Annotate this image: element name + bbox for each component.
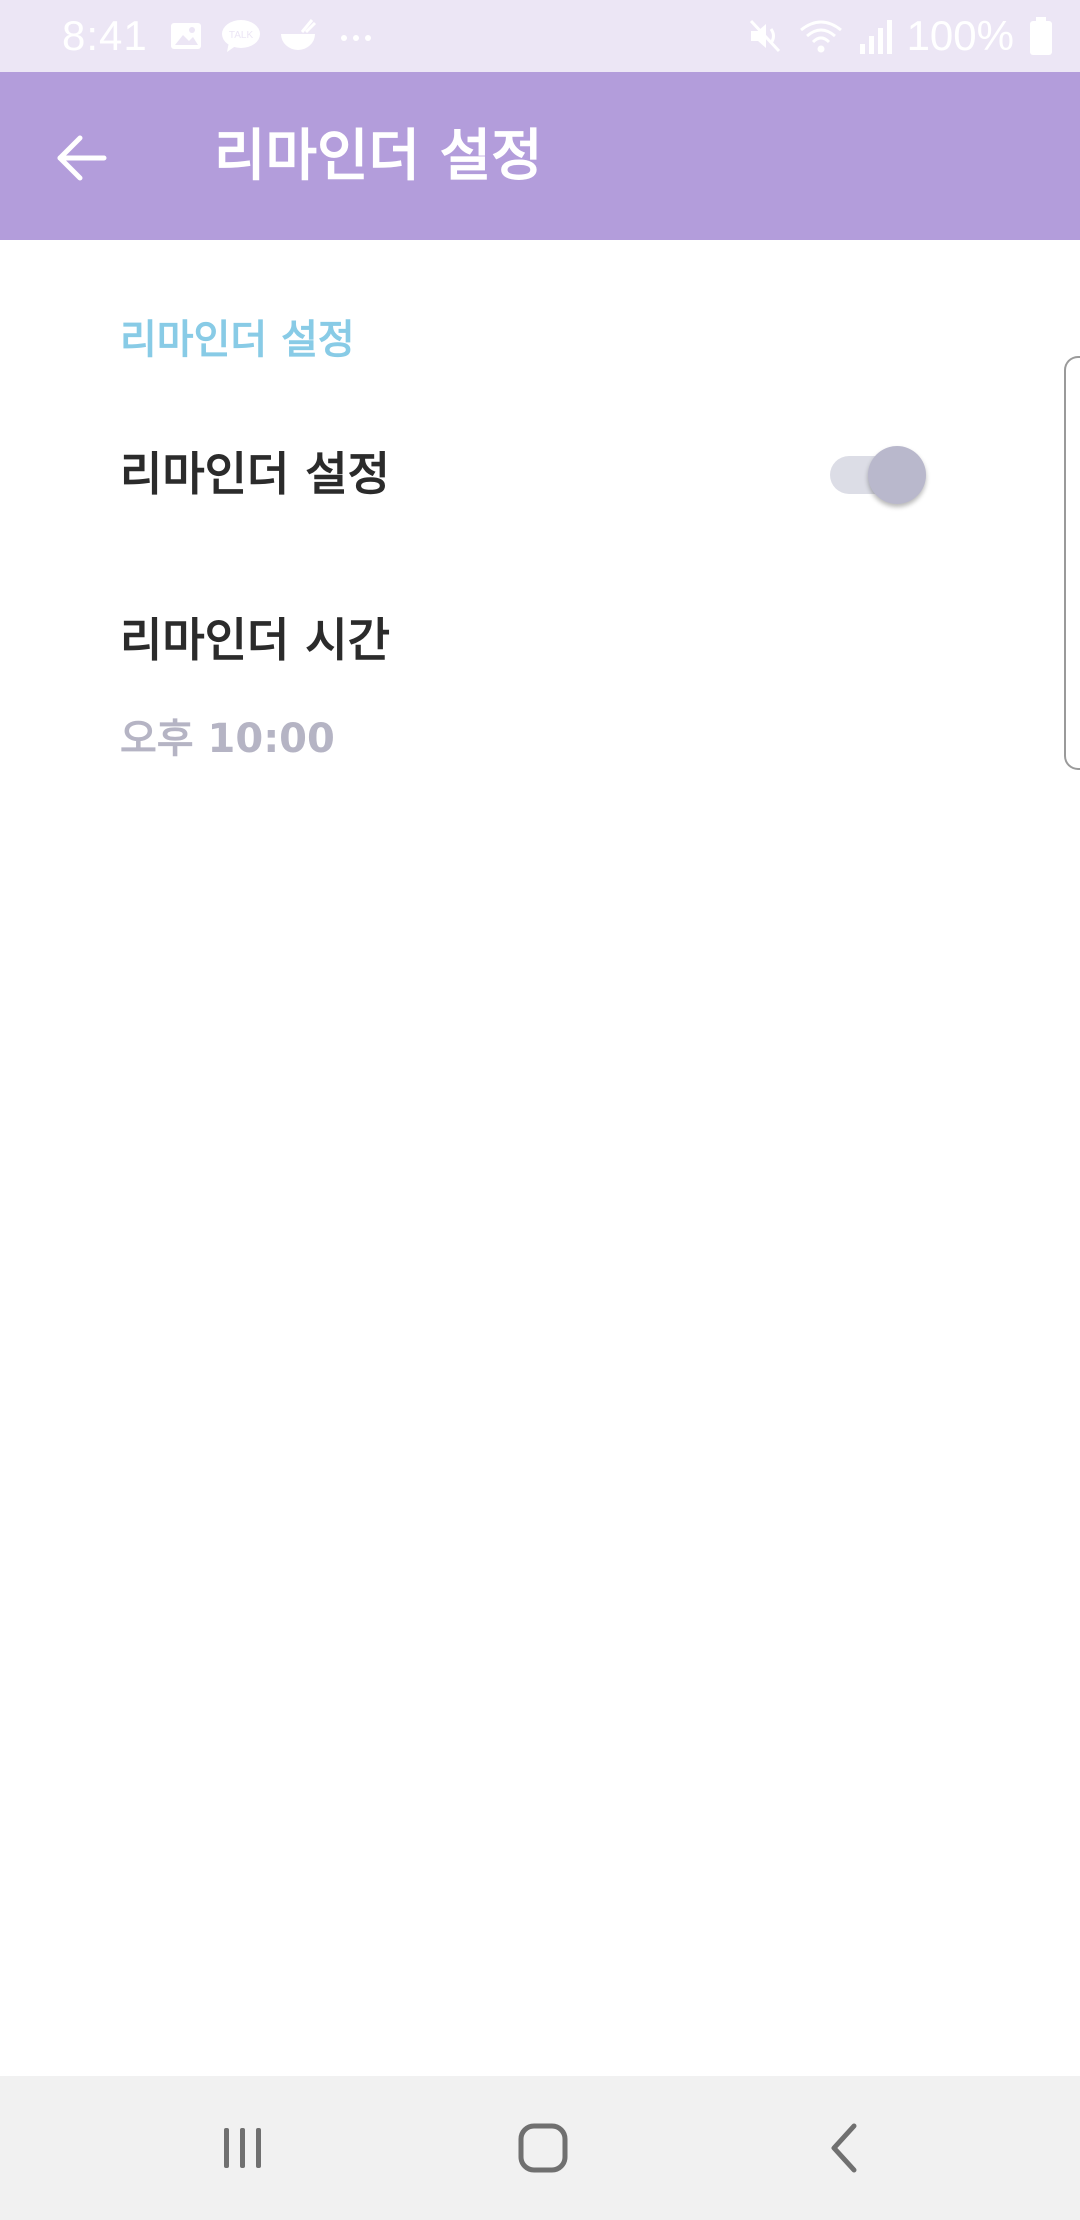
home-icon (518, 2123, 568, 2173)
system-icons: 100% (745, 10, 1054, 62)
back-button[interactable] (40, 116, 124, 200)
home-button[interactable] (483, 2108, 603, 2188)
svg-text:TALK: TALK (229, 30, 254, 41)
notification-icons: TALK (168, 16, 378, 56)
wifi-icon (799, 20, 842, 53)
app-bar: 리마인더 설정 (0, 72, 1080, 240)
back-nav-button[interactable] (786, 2108, 906, 2188)
image-icon (171, 23, 201, 49)
battery-percent: 100% (906, 12, 1014, 59)
edge-panel-handle[interactable] (1064, 356, 1080, 770)
reminder-toggle-label: 리마인더 설정 (120, 447, 390, 501)
talk-icon: TALK (222, 20, 260, 52)
reminder-toggle-switch[interactable] (828, 442, 928, 506)
recents-icon (224, 2128, 261, 2168)
arrow-left-icon (57, 135, 107, 181)
reminder-time-value: 오후 10:00 (120, 716, 335, 762)
recents-button[interactable] (182, 2108, 302, 2188)
status-time: 8:41 (62, 12, 148, 59)
screen: 8:41 TALK 100% 리마인더 설정 리마인더 설정 리마인더 설정 리… (0, 0, 1080, 2220)
mute-icon (749, 19, 780, 53)
reminder-toggle-row[interactable]: 리마인더 설정 (0, 420, 1000, 530)
bowl-icon (281, 19, 317, 50)
reminder-time-row[interactable]: 리마인더 시간 오후 10:00 (0, 590, 1000, 790)
section-header: 리마인더 설정 (120, 317, 355, 363)
page-title: 리마인더 설정 (214, 124, 543, 189)
back-icon (831, 2123, 857, 2173)
toggle-thumb (868, 446, 926, 504)
more-dots-icon (341, 35, 371, 41)
reminder-time-label: 리마인더 시간 (120, 613, 390, 667)
navigation-bar (0, 2076, 1080, 2220)
signal-icon (859, 20, 892, 54)
status-bar: 8:41 TALK 100% (0, 0, 1080, 72)
battery-icon (1030, 17, 1052, 55)
